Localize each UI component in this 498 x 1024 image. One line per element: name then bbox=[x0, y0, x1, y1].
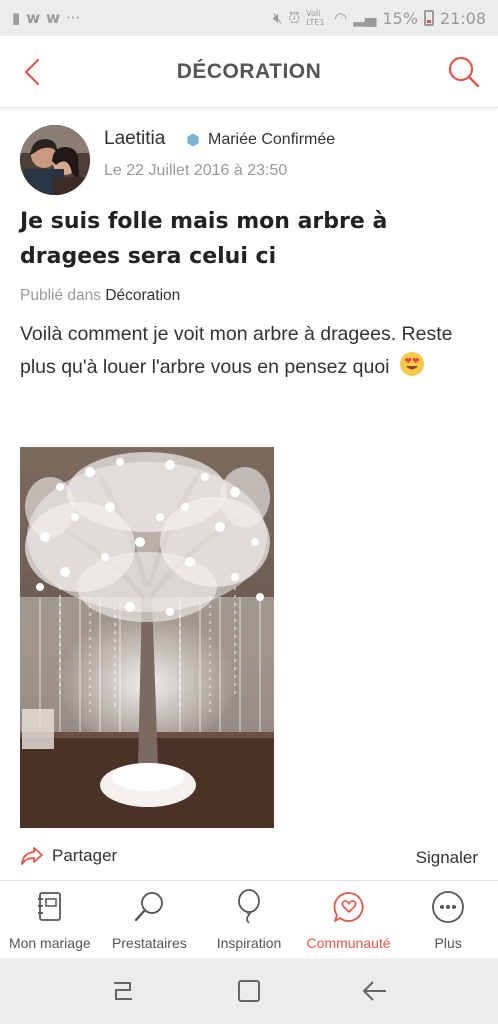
app-notification-icon: ᴡ bbox=[46, 9, 60, 27]
battery-icon bbox=[423, 10, 434, 26]
sim-icon: ▮ bbox=[12, 9, 21, 27]
recent-apps-icon bbox=[114, 982, 132, 1000]
status-system: 🔇︎ ⏰︎ Voli LTE1 ◠ ▂▄ 15% 21:08 bbox=[273, 9, 486, 28]
more-dots-icon bbox=[432, 891, 465, 923]
app-notification-icon: ᴡ bbox=[26, 9, 41, 27]
battery-percent: 15% bbox=[382, 8, 418, 28]
planner-book-icon bbox=[37, 892, 61, 921]
balloon-icon bbox=[238, 889, 260, 924]
author-name[interactable]: Laetitia bbox=[104, 128, 165, 150]
tab-label: Mon mariage bbox=[8, 935, 91, 951]
tab-label: Prestataires bbox=[112, 935, 187, 951]
clock: 21:08 bbox=[439, 8, 486, 28]
back-button[interactable] bbox=[14, 54, 50, 90]
report-button[interactable]: Signaler bbox=[416, 848, 478, 868]
post-image[interactable] bbox=[20, 447, 274, 828]
chevron-left-icon bbox=[24, 58, 40, 86]
category-link[interactable]: Décoration bbox=[105, 287, 180, 304]
badge-hexagon-icon bbox=[187, 133, 199, 147]
mute-icon: 🔇︎ bbox=[273, 9, 283, 27]
avatar-photo bbox=[20, 125, 90, 195]
post-body: Voilà comment je voit mon arbre à dragee… bbox=[20, 318, 480, 384]
app-header: DÉCORATION bbox=[0, 36, 498, 108]
author-avatar[interactable] bbox=[20, 125, 90, 195]
tab-communaute[interactable]: Communauté bbox=[299, 881, 399, 958]
search-icon bbox=[448, 56, 480, 88]
search-button[interactable] bbox=[446, 54, 482, 90]
author-badge: Mariée Confirmée bbox=[208, 131, 336, 148]
signal-icon: ▂▄ bbox=[353, 9, 377, 27]
share-button[interactable]: Partager bbox=[20, 846, 117, 866]
tab-label: Inspiration bbox=[216, 935, 282, 951]
more-notifications-icon: ··· bbox=[65, 9, 81, 27]
published-in: Publié dans Décoration bbox=[20, 287, 180, 305]
status-notifications: ▮ ᴡ ᴡ ··· bbox=[12, 9, 80, 27]
share-label: Partager bbox=[52, 846, 118, 865]
wifi-icon: ◠ bbox=[334, 9, 348, 27]
heart-eyes-emoji-icon bbox=[399, 352, 424, 376]
network-label: Voli LTE1 bbox=[306, 9, 325, 27]
share-arrow-icon bbox=[21, 847, 43, 865]
system-back-button[interactable] bbox=[355, 971, 395, 1011]
tab-mon-mariage[interactable]: Mon mariage bbox=[0, 881, 100, 958]
magnifier-icon bbox=[135, 892, 164, 922]
page-title: DÉCORATION bbox=[176, 59, 322, 83]
tab-prestataires[interactable]: Prestataires bbox=[100, 881, 200, 958]
blossom-tree-photo bbox=[20, 447, 274, 828]
heart-chat-icon bbox=[333, 892, 364, 922]
tab-label: Plus bbox=[434, 935, 462, 951]
home-button[interactable] bbox=[229, 971, 269, 1011]
published-prefix: Publié dans bbox=[20, 287, 102, 304]
post-date: Le 22 Juillet 2016 à 23:50 bbox=[104, 162, 288, 179]
recent-apps-button[interactable] bbox=[103, 971, 143, 1011]
home-square-icon bbox=[238, 980, 260, 1002]
tab-plus[interactable]: Plus bbox=[398, 881, 498, 958]
status-bar: ▮ ᴡ ᴡ ··· 🔇︎ ⏰︎ Voli LTE1 ◠ ▂▄ 15% 21:08 bbox=[0, 0, 498, 36]
tab-label: Communauté bbox=[306, 935, 391, 951]
post-title: Je suis folle mais mon arbre à dragees s… bbox=[20, 209, 388, 269]
back-arrow-icon bbox=[363, 981, 386, 1001]
post-body-text: Voilà comment je voit mon arbre à dragee… bbox=[20, 323, 453, 378]
alarm-icon: ⏰︎ bbox=[288, 9, 301, 27]
tab-inspiration[interactable]: Inspiration bbox=[199, 881, 299, 958]
system-nav-bar bbox=[0, 958, 498, 1024]
bottom-tab-bar: Mon mariage Prestataires Inspiration Com… bbox=[0, 880, 498, 958]
